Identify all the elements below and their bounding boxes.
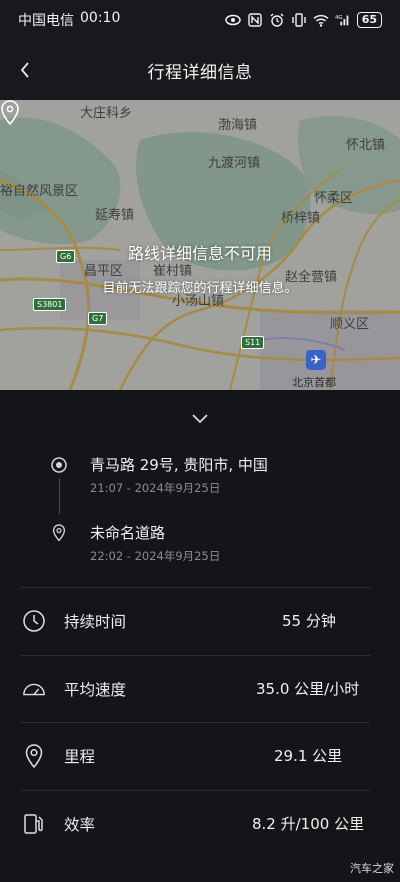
- location-pin-icon: [1, 100, 19, 126]
- start-location-name: 青马路 29号, 贵阳市, 中国: [90, 456, 268, 474]
- chevron-left-icon: [20, 62, 29, 78]
- app-header: 行程详细信息: [0, 40, 400, 100]
- clock-icon: [22, 608, 46, 634]
- location-pin-icon: [22, 743, 46, 769]
- stat-value: 55 分钟: [282, 612, 336, 630]
- battery-indicator: 65: [356, 12, 382, 28]
- fuel-pump-icon: [22, 811, 46, 837]
- road-badge: S11: [241, 336, 265, 349]
- back-button[interactable]: [14, 58, 36, 82]
- road-badge: G7: [88, 312, 108, 325]
- carrier-text: 中国电信: [18, 13, 74, 29]
- vibrate-icon: [291, 12, 307, 28]
- map-label: 怀北镇: [346, 138, 386, 153]
- clock-text: 00:10: [80, 10, 121, 26]
- route-map: 大庄科乡 渤海镇 怀北镇 九渡河镇 怀柔区 裕自然风景区 延寿镇 桥梓镇 昌平区…: [0, 100, 400, 390]
- stat-value: 35.0 公里/小时: [256, 680, 360, 698]
- route-unavailable-title: 路线详细信息不可用: [127, 244, 272, 263]
- watermark: 汽车之家: [350, 862, 394, 875]
- alarm-icon: [269, 12, 285, 28]
- stat-row-distance: 里程 29.1 公里: [0, 723, 400, 789]
- speedometer-icon: [22, 676, 46, 702]
- signal-type-text: 4G: [335, 15, 343, 21]
- status-bar: 中国电信 00:10 4G 65: [0, 0, 400, 40]
- nfc-icon: [247, 12, 263, 28]
- stat-value: 29.1 公里: [274, 747, 343, 765]
- expand-button[interactable]: [190, 410, 210, 428]
- stat-row-efficiency: 效率 8.2 升/100 公里: [0, 791, 400, 857]
- wifi-icon: [313, 12, 329, 28]
- route-unavailable-subtitle: 目前无法跟踪您的行程详细信息。: [102, 281, 298, 296]
- signal-icon: 4G: [335, 12, 351, 28]
- airport-icon: ✈: [306, 350, 326, 370]
- stat-row-average-speed: 平均速度 35.0 公里/小时: [0, 656, 400, 722]
- stat-row-duration: 持续时间 55 分钟: [0, 588, 400, 654]
- stat-label: 持续时间: [64, 613, 127, 631]
- map-label: 九渡河镇: [208, 156, 261, 171]
- map-label: 北京首都: [292, 376, 336, 389]
- road-badge: S3801: [33, 298, 67, 311]
- page-title: 行程详细信息: [147, 62, 253, 83]
- end-time: 22:02 - 2024年9月25日: [90, 549, 221, 563]
- map-label: 渤海镇: [218, 118, 258, 133]
- end-location-name: 未命名道路: [90, 524, 166, 542]
- stat-label: 平均速度: [64, 681, 127, 699]
- end-point-icon: [52, 524, 66, 542]
- map-label: 顺义区: [330, 317, 370, 332]
- start-time: 21:07 - 2024年9月25日: [90, 481, 221, 495]
- start-point-icon: [51, 457, 67, 473]
- map-label: 桥梓镇: [281, 211, 321, 226]
- map-label: 怀柔区: [314, 191, 354, 206]
- map-label: 大庄科乡: [80, 106, 133, 121]
- route-connector-line: [59, 478, 60, 514]
- chevron-down-icon: [192, 414, 208, 424]
- eye-icon: [224, 12, 241, 28]
- map-label: 裕自然风景区: [0, 184, 79, 199]
- stat-label: 里程: [64, 748, 96, 766]
- map-label: 延寿镇: [95, 208, 135, 223]
- stat-label: 效率: [64, 816, 96, 834]
- stat-value: 8.2 升/100 公里: [252, 815, 365, 833]
